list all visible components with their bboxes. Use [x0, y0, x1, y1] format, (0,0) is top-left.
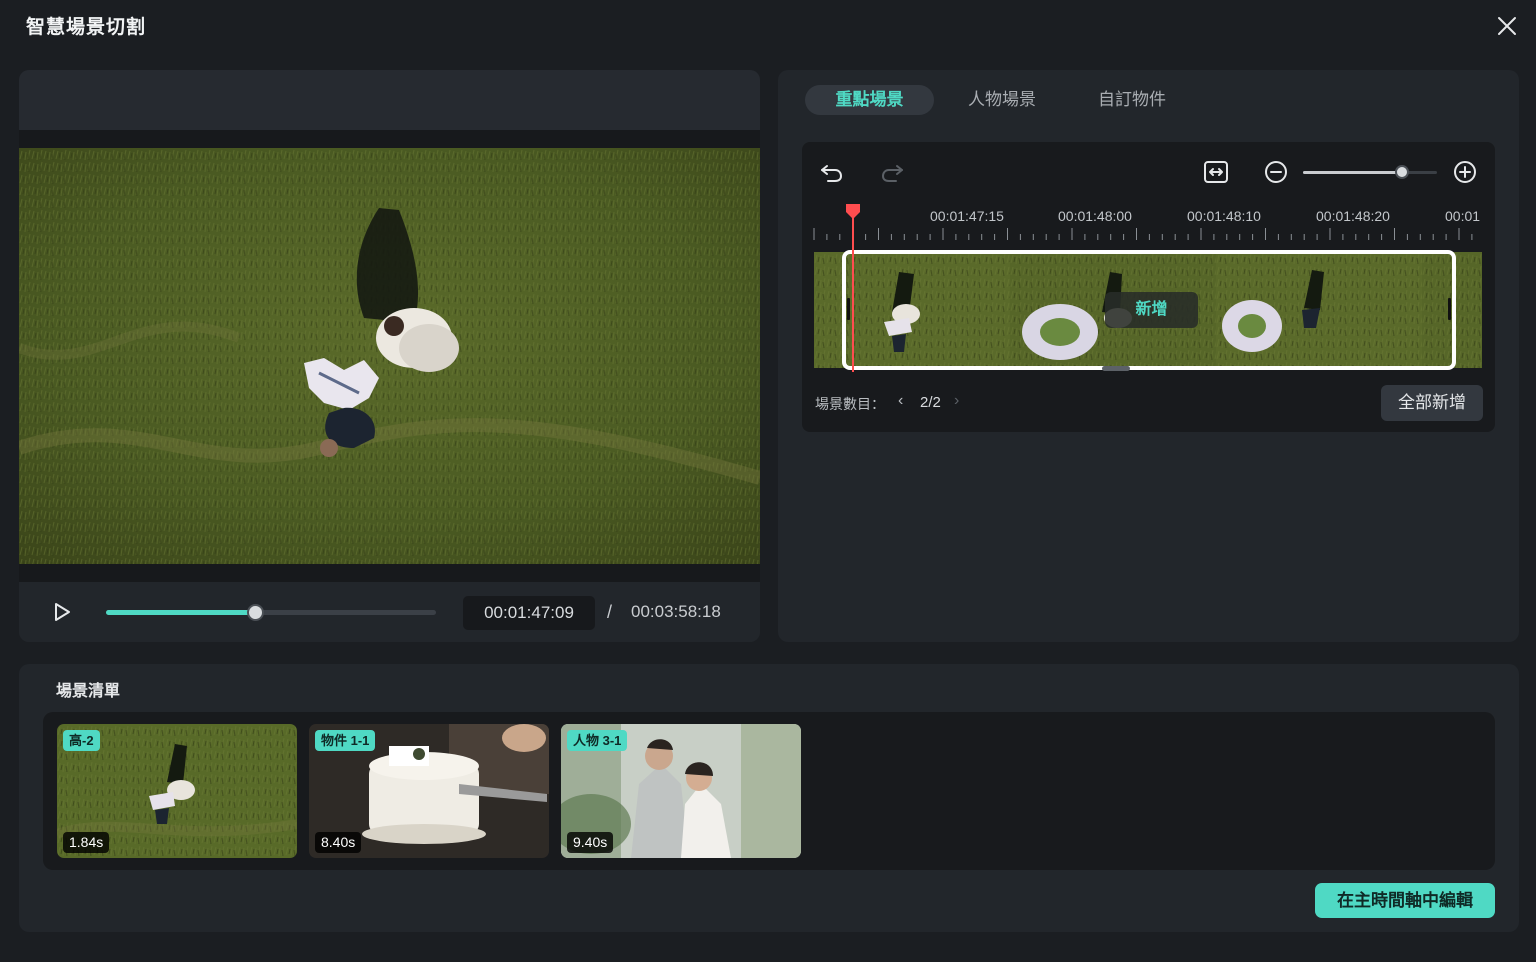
range-end-handle[interactable] [1448, 298, 1451, 320]
ruler-ticks [813, 228, 1473, 240]
scene-card[interactable]: 人物 3-1 9.40s [561, 724, 801, 858]
ruler-label: 00:01:48:20 [1316, 208, 1390, 224]
playback-controls: 00:01:47:09 / 00:03:58:18 [19, 582, 760, 642]
scene-list: 高-2 1.84s 物件 1-1 8.40s 人物 3-1 9.40s [43, 712, 1495, 870]
scene-count-label: 場景數目： [815, 396, 885, 412]
tab-custom-objects[interactable]: 自訂物件 [1078, 85, 1186, 115]
dialog-title: 智慧場景切割 [26, 17, 147, 38]
total-time: 00:03:58:18 [631, 602, 721, 621]
letterbox-top [19, 130, 760, 148]
zoom-slider-handle[interactable] [1395, 165, 1410, 179]
scene-tag: 物件 1-1 [315, 730, 376, 751]
tab-key-scenes[interactable]: 重點場景 [805, 85, 934, 115]
tab-people-scenes[interactable]: 人物場景 [948, 85, 1056, 115]
fit-width-icon[interactable] [1202, 158, 1230, 186]
ruler-label: 00:01:48:10 [1187, 208, 1261, 224]
scene-card[interactable]: 物件 1-1 8.40s [309, 724, 549, 858]
scene-tag: 人物 3-1 [567, 730, 628, 751]
close-icon[interactable] [1494, 13, 1520, 39]
resize-grip[interactable] [1102, 366, 1130, 371]
zoom-in-icon[interactable] [1451, 158, 1479, 186]
letterbox-bottom [19, 564, 760, 582]
playhead-line [852, 212, 854, 372]
zoom-slider-fill [1303, 171, 1403, 174]
add-scene-button[interactable]: 新增 [1105, 292, 1198, 328]
scene-duration: 8.40s [315, 832, 362, 853]
zoom-slider[interactable] [1303, 165, 1437, 179]
scene-duration: 9.40s [567, 832, 614, 853]
ruler-label: 00:01:47:15 [930, 208, 1004, 224]
current-time: 00:01:47:09 [463, 596, 595, 630]
range-start-handle[interactable] [847, 298, 850, 320]
add-all-button[interactable]: 全部新增 [1381, 385, 1483, 421]
scene-count-value: 2/2 [920, 394, 941, 411]
seek-progress [106, 610, 255, 615]
scene-detection-dialog: 智慧場景切割 00:01:47:09 / 00:03:58:18 重點場景 人物… [0, 0, 1536, 962]
ruler-label: 00:01:48:00 [1058, 208, 1132, 224]
chevron-right-icon[interactable]: › [954, 392, 959, 410]
redo-icon[interactable] [878, 158, 906, 186]
scene-list-title: 場景清單 [56, 683, 121, 700]
seek-handle[interactable] [246, 604, 264, 621]
chevron-left-icon[interactable]: ‹ [898, 392, 903, 410]
edit-in-timeline-button[interactable]: 在主時間軸中編輯 [1315, 883, 1495, 918]
zoom-out-icon[interactable] [1262, 158, 1290, 186]
scene-timeline-editor: 00:01:47:15 00:01:48:00 00:01:48:10 00:0… [802, 142, 1495, 432]
time-ruler[interactable]: 00:01:47:15 00:01:48:00 00:01:48:10 00:0… [802, 202, 1495, 246]
scene-tag: 高-2 [63, 730, 100, 751]
scene-list-panel: 場景清單 高-2 1.84s 物件 1-1 8.40s 人物 3-1 9.40s… [19, 664, 1519, 932]
undo-icon[interactable] [818, 158, 846, 186]
aerial-wedding-frame [19, 148, 760, 564]
seek-bar[interactable] [106, 604, 436, 621]
playhead-icon[interactable] [844, 202, 862, 220]
preview-header [19, 70, 760, 130]
ruler-label: 00:01 [1445, 208, 1481, 224]
scene-duration: 1.84s [63, 832, 110, 853]
scene-panel: 重點場景 人物場景 自訂物件 00:01:47:15 00:01:48:00 0… [778, 70, 1519, 642]
time-separator: / [607, 602, 613, 622]
preview-panel: 00:01:47:09 / 00:03:58:18 [19, 70, 760, 642]
play-icon[interactable] [51, 601, 73, 623]
scene-card[interactable]: 高-2 1.84s [57, 724, 297, 858]
video-preview [19, 148, 760, 564]
